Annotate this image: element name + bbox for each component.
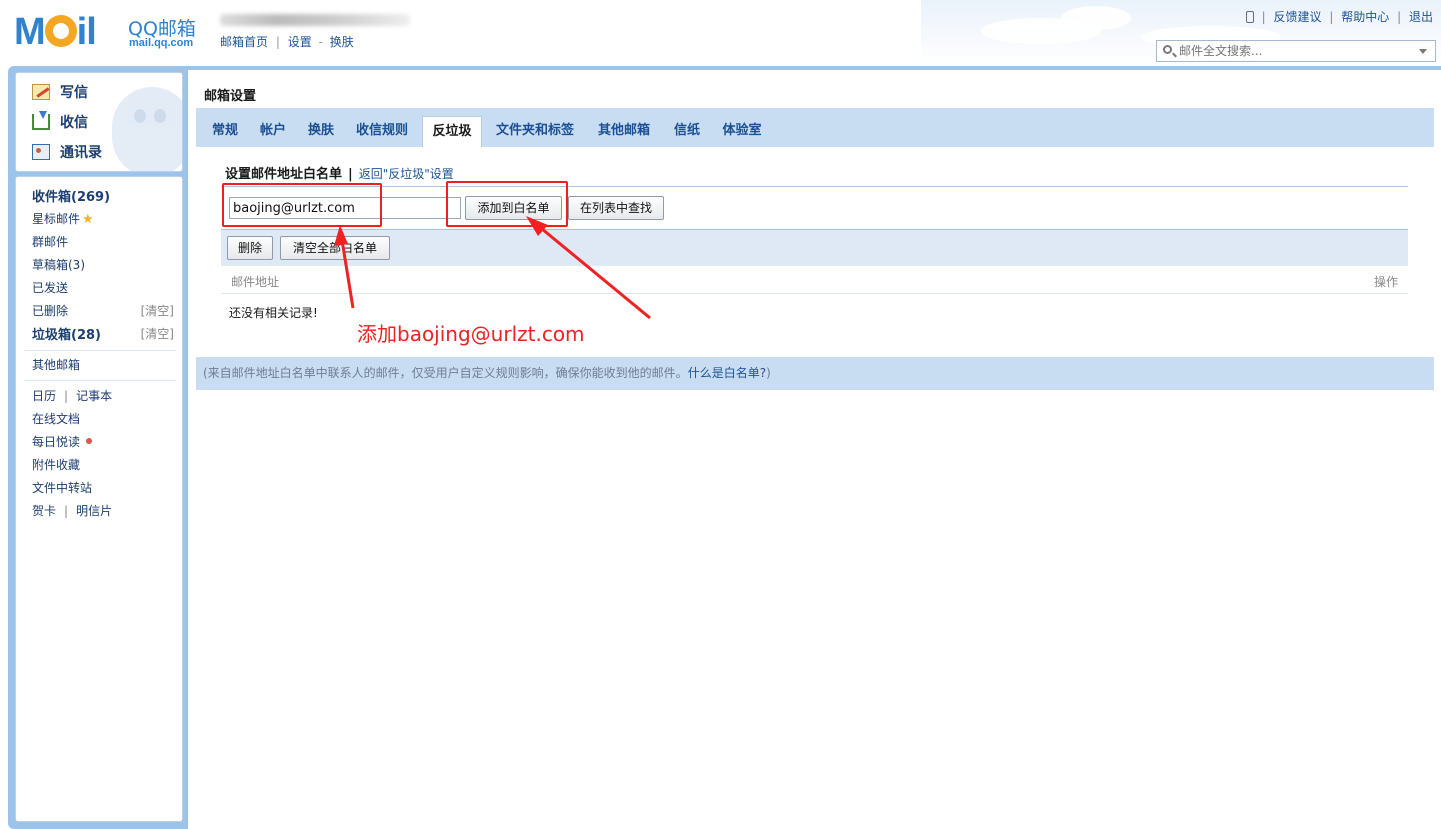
column-email-address: 邮件地址 [231, 275, 280, 289]
annotation-text: 添加baojing@urlzt.com [357, 322, 585, 346]
mail-search-input[interactable] [1179, 43, 1409, 59]
tab-account[interactable]: 帐户 [252, 116, 294, 147]
starred-label: 星标邮件 [32, 212, 81, 226]
compose-label: 写信 [60, 85, 88, 101]
tab-general[interactable]: 常规 [204, 116, 246, 147]
contacts-button[interactable]: 通讯录 [32, 141, 102, 163]
star-icon: ★ [82, 212, 94, 227]
logout-link[interactable]: 退出 [1409, 10, 1433, 24]
sidebar-item-notebook[interactable]: 记事本 [76, 389, 112, 403]
section-separator: | [348, 167, 353, 182]
sidebar-item-daily-read[interactable]: 每日悦读 [32, 433, 93, 450]
sidebar-item-deleted[interactable]: 已删除 [32, 302, 68, 319]
compose-button[interactable]: 写信 [32, 81, 88, 103]
sidebar-divider [24, 350, 176, 351]
top-header: Mil QQ邮箱 mail.qq.com 邮箱首页 | 设置 - 换肤 | 反馈… [0, 0, 1441, 66]
column-action: 操作 [1373, 275, 1398, 289]
feedback-link[interactable]: 反馈建议 [1274, 10, 1322, 24]
sidebar-item-calendar[interactable]: 日历 [32, 389, 56, 403]
what-is-whitelist-link[interactable]: 什么是白名单? [688, 366, 766, 380]
tab-folders-labels[interactable]: 文件夹和标签 [488, 116, 582, 147]
daily-read-label: 每日悦读 [32, 435, 81, 449]
footnote-text: (来自邮件地址白名单中联系人的邮件，仅受用户自定义规则影响，确保你能收到他的邮件… [203, 366, 688, 380]
clear-spam-link[interactable]: [清空] [141, 325, 174, 342]
contacts-label: 通讯录 [60, 145, 102, 161]
sidebar-folder-list: 收件箱(269) 星标邮件 ★ 群邮件 草稿箱(3) 已发送 已删除 [清空] 垃… [15, 176, 183, 822]
mail-search-box[interactable] [1156, 40, 1436, 62]
qq-mail-logo[interactable]: Mil QQ邮箱 mail.qq.com [14, 12, 234, 52]
search-icon [1163, 45, 1172, 54]
page-title: 邮箱设置 [204, 89, 257, 104]
sidebar-item-drafts[interactable]: 草稿箱(3) [32, 256, 85, 273]
receive-button[interactable]: 收信 [32, 111, 88, 133]
section-divider [221, 186, 1408, 187]
sidebar-calendar-notebook: 日历 | 记事本 [32, 389, 113, 403]
tab-receive-rules[interactable]: 收信规则 [348, 116, 416, 147]
find-in-list-button[interactable]: 在列表中查找 [568, 196, 664, 220]
tab-stationery[interactable]: 信纸 [666, 116, 708, 147]
qq-penguin-watermark [112, 87, 182, 171]
section-title: 设置邮件地址白名单 [225, 167, 343, 182]
whitelist-footnote: (来自邮件地址白名单中联系人的邮件，仅受用户自定义规则影响，确保你能收到他的邮件… [196, 357, 1434, 390]
change-skin-link[interactable]: 换肤 [330, 35, 354, 49]
sidebar-item-postcard[interactable]: 明信片 [76, 504, 112, 518]
tab-lab[interactable]: 体验室 [714, 116, 770, 147]
delete-button[interactable]: 删除 [227, 236, 273, 260]
account-name-blurred [220, 14, 410, 26]
sidebar-item-starred[interactable]: 星标邮件 ★ [32, 210, 94, 227]
footnote-end: ) [766, 366, 771, 380]
highlight-email-input-box [222, 183, 382, 227]
mailbox-home-link[interactable]: 邮箱首页 [220, 35, 268, 49]
sidebar-item-file-transfer[interactable]: 文件中转站 [32, 479, 92, 496]
sidebar-card-postcard: 贺卡 | 明信片 [32, 504, 113, 518]
contacts-icon [32, 144, 50, 160]
sidebar-item-spam[interactable]: 垃圾箱(28) [32, 324, 101, 343]
tab-anti-spam[interactable]: 反垃圾 [422, 116, 482, 147]
tab-skin[interactable]: 换肤 [300, 116, 342, 147]
sidebar-item-other-mailbox[interactable]: 其他邮箱 [32, 356, 80, 373]
sidebar-item-card[interactable]: 贺卡 [32, 504, 56, 518]
sidebar-item-group[interactable]: 群邮件 [32, 233, 68, 250]
section-header: 设置邮件地址白名单 | 返回"反垃圾"设置 [225, 163, 454, 182]
settings-tab-bar: 常规 帐户 换肤 收信规则 反垃圾 文件夹和标签 其他邮箱 信纸 体验室 [196, 108, 1434, 147]
receive-icon [32, 111, 50, 130]
sidebar-item-inbox[interactable]: 收件箱(269) [32, 186, 110, 205]
list-toolbar: 删除 清空全部白名单 [221, 229, 1408, 266]
logo-domain-text: mail.qq.com [129, 37, 194, 49]
logo-mail-text: Mil [14, 11, 97, 53]
clear-deleted-link[interactable]: [清空] [141, 302, 174, 319]
unread-dot-icon [86, 438, 93, 444]
sidebar-divider [24, 380, 176, 381]
sidebar-item-sent[interactable]: 已发送 [32, 279, 68, 296]
help-center-link[interactable]: 帮助中心 [1341, 10, 1389, 24]
back-to-anti-spam-link[interactable]: 返回"反垃圾"设置 [359, 167, 454, 181]
header-nav-links: 邮箱首页 | 设置 - 换肤 [220, 35, 354, 49]
top-right-links: | 反馈建议 | 帮助中心 | 退出 [1245, 8, 1433, 25]
highlight-add-button-box [446, 181, 568, 227]
sidebar-item-docs[interactable]: 在线文档 [32, 410, 80, 427]
receive-label: 收信 [60, 115, 88, 131]
settings-link[interactable]: 设置 [288, 35, 312, 49]
clear-all-whitelist-button[interactable]: 清空全部白名单 [280, 236, 390, 260]
phone-icon[interactable] [1245, 11, 1254, 23]
sidebar-quick-actions: 写信 收信 通讯录 [15, 72, 183, 172]
whitelist-table-header: 邮件地址 操作 [221, 266, 1408, 294]
tab-other-mailbox[interactable]: 其他邮箱 [590, 116, 658, 147]
chevron-down-icon[interactable] [1419, 49, 1427, 54]
sidebar-item-attachments[interactable]: 附件收藏 [32, 456, 80, 473]
empty-state-text: 还没有相关记录! [229, 306, 318, 320]
compose-icon [32, 84, 50, 100]
